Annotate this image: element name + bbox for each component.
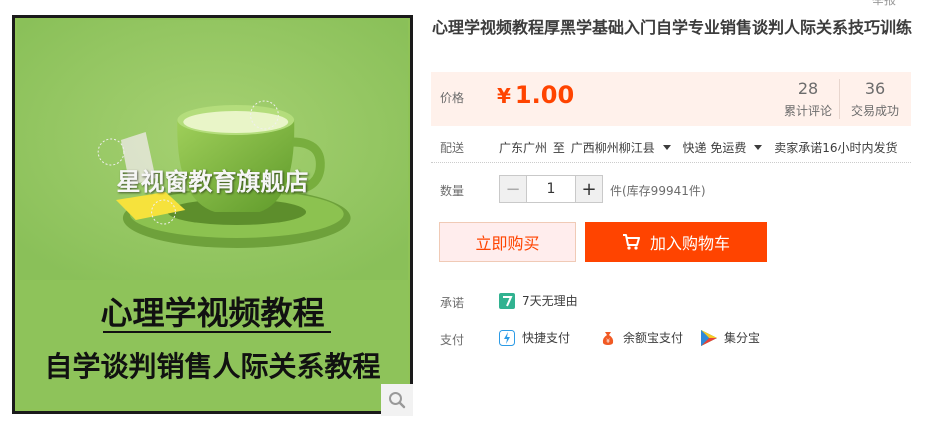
price-amount: 1.00 (514, 81, 575, 109)
jifenbao-icon (701, 329, 718, 346)
reviews-label: 累计评论 (783, 104, 832, 118)
image-subheadline: 自学谈判销售人际关系教程 (44, 350, 381, 383)
seven-day-return-icon (499, 292, 515, 309)
decrease-button[interactable]: − (499, 175, 527, 203)
quantity-label: 数量 (440, 184, 465, 198)
reviews-stat[interactable]: 28 累计评论 (777, 79, 839, 119)
payment-method-label: 余额宝支付 (623, 331, 684, 345)
delivery-info: 广东广州 至 广西柳州柳江县 快递 免运费 卖家承诺16小时内发货 (499, 139, 899, 156)
product-page: 举报 星视窗教育旗舰店 心理学视频教程 自学谈判销售人际关系教程 心理学视频教程… (0, 0, 927, 435)
product-image[interactable]: 星视窗教育旗舰店 心理学视频教程 自学谈判销售人际关系教程 (12, 15, 413, 414)
reviews-count: 28 (797, 79, 819, 98)
delivery-from: 广东广州 (499, 141, 548, 155)
chevron-down-icon[interactable] (754, 145, 763, 150)
payment-method-jifenbao[interactable]: 集分宝 (701, 329, 760, 346)
magnifier-icon (389, 392, 406, 409)
ship-promise: 卖家承诺16小时内发货 (774, 141, 898, 155)
add-to-cart-button[interactable]: 加入购物车 (585, 222, 767, 262)
stat-divider (839, 79, 840, 119)
teacup-photo (17, 20, 408, 280)
product-image-canvas: 星视窗教育旗舰店 心理学视频教程 自学谈判销售人际关系教程 (17, 20, 408, 409)
image-headline: 心理学视频教程 (100, 294, 325, 332)
price-value: ¥1.00 (497, 81, 574, 109)
zoom-button[interactable] (381, 384, 413, 416)
currency-symbol: ¥ (497, 84, 511, 108)
add-to-cart-label: 加入购物车 (649, 234, 730, 253)
sales-count: 36 (864, 79, 886, 98)
payment-row: 快捷支付 ¥ 余额宝支付 集分宝 (499, 329, 778, 346)
report-link[interactable]: 举报 (872, 0, 896, 8)
cart-icon (622, 234, 640, 250)
stock-text: 件(库存99941件) (610, 184, 706, 198)
chevron-down-icon[interactable] (662, 145, 671, 150)
money-bag-icon: ¥ (600, 330, 616, 346)
shipping-method[interactable]: 快递 免运费 (683, 141, 747, 155)
delivery-destination[interactable]: 广西柳州柳江县 (571, 141, 655, 155)
sales-stat: 36 交易成功 (843, 79, 907, 119)
payment-method-yuebao[interactable]: ¥ 余额宝支付 (600, 329, 683, 346)
svg-text:¥: ¥ (606, 338, 610, 345)
payment-method-label: 集分宝 (724, 331, 761, 345)
quick-pay-icon (499, 329, 515, 346)
payment-method-quick[interactable]: 快捷支付 (499, 329, 570, 346)
payment-label: 支付 (440, 333, 465, 347)
promise-label: 承诺 (440, 296, 465, 310)
sales-label: 交易成功 (850, 104, 899, 118)
price-panel: 价格 ¥1.00 28 累计评论 36 交易成功 (431, 72, 911, 126)
quantity-stepper: − 1 + (499, 175, 603, 203)
section-divider (431, 162, 911, 163)
increase-button[interactable]: + (575, 175, 603, 203)
promise-row: 7天无理由 (499, 292, 596, 309)
product-title: 心理学视频教程厚黑学基础入门自学专业销售谈判人际关系技巧训练 (432, 18, 913, 37)
price-label: 价格 (440, 91, 465, 105)
promise-text: 7天无理由 (522, 294, 578, 308)
promise-item[interactable]: 7天无理由 (499, 292, 578, 309)
payment-method-label: 快捷支付 (522, 331, 571, 345)
delivery-label: 配送 (440, 141, 465, 155)
image-watermark: 星视窗教育旗舰店 (116, 168, 309, 196)
quantity-input[interactable]: 1 (527, 175, 575, 203)
buy-now-button[interactable]: 立即购买 (439, 222, 576, 262)
image-underline (103, 331, 331, 333)
delivery-to-label: 至 (552, 141, 565, 155)
